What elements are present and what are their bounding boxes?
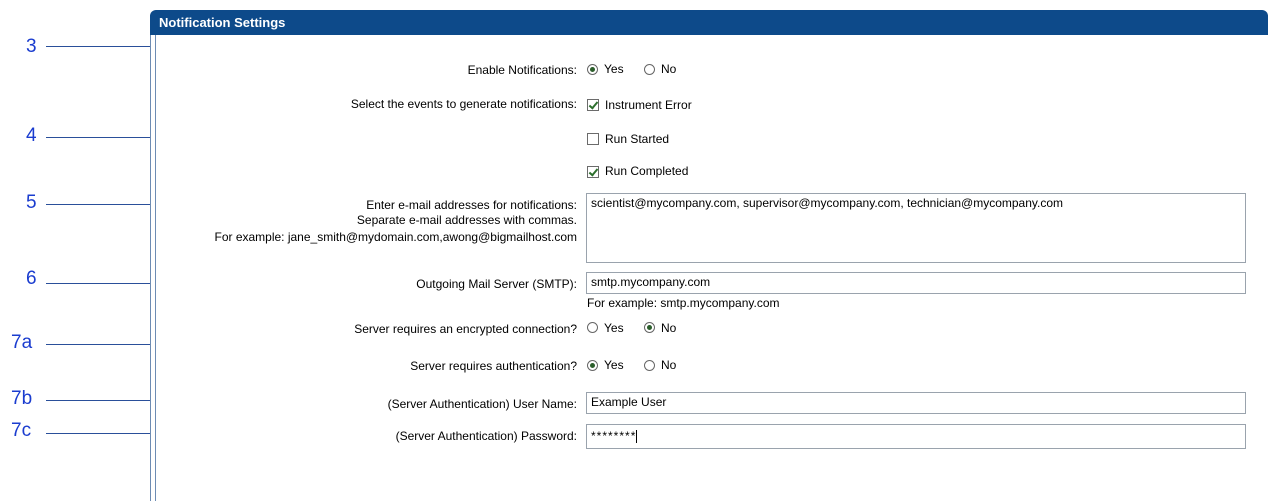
auth-label: Server requires authentication? — [410, 359, 577, 373]
encrypted-yes-radio[interactable] — [587, 322, 598, 333]
password-value: ******** — [591, 429, 637, 443]
events-label: Select the events to generate notificati… — [350, 97, 577, 111]
run-started-checkbox[interactable] — [587, 133, 599, 145]
callout-3: 3 — [26, 36, 37, 57]
callout-7a: 7a — [11, 332, 33, 353]
run-completed-label[interactable]: Run Completed — [605, 164, 688, 178]
panel-header: Notification Settings — [150, 10, 1268, 35]
callout-5: 5 — [26, 192, 37, 213]
callout-7c: 7c — [11, 420, 32, 441]
password-label: (Server Authentication) Password: — [395, 429, 577, 443]
instrument-error-checkbox[interactable] — [587, 99, 599, 111]
smtp-hint: For example: smtp.mycompany.com — [587, 296, 780, 310]
encrypted-no-label[interactable]: No — [661, 321, 676, 335]
auth-yes-label[interactable]: Yes — [604, 358, 624, 372]
auth-no-label[interactable]: No — [661, 358, 676, 372]
encrypted-no-radio[interactable] — [644, 322, 655, 333]
smtp-server-input[interactable]: smtp.mycompany.com — [586, 272, 1246, 294]
emails-label-line1: Enter e-mail addresses for notifications… — [366, 198, 577, 212]
smtp-label: Outgoing Mail Server (SMTP): — [416, 277, 577, 291]
encrypted-yes-label[interactable]: Yes — [604, 321, 624, 335]
emails-label-line3: For example: jane_smith@mydomain.com,awo… — [214, 230, 577, 244]
run-completed-checkbox[interactable] — [587, 166, 599, 178]
run-started-label[interactable]: Run Started — [605, 132, 669, 146]
encrypted-label: Server requires an encrypted connection? — [354, 322, 577, 336]
callout-6: 6 — [26, 268, 37, 289]
username-label: (Server Authentication) User Name: — [387, 397, 577, 411]
password-input[interactable]: ******** — [586, 424, 1246, 449]
enable-yes-label[interactable]: Yes — [604, 62, 624, 76]
email-addresses-textarea[interactable]: scientist@mycompany.com, supervisor@myco… — [586, 193, 1246, 263]
panel-left-border — [150, 35, 156, 501]
auth-yes-radio[interactable] — [587, 360, 598, 371]
instrument-error-label[interactable]: Instrument Error — [605, 98, 692, 112]
auth-no-radio[interactable] — [644, 360, 655, 371]
callout-7b: 7b — [11, 388, 33, 409]
panel-title: Notification Settings — [159, 15, 286, 30]
username-input[interactable]: Example User — [586, 392, 1246, 414]
callout-4: 4 — [26, 125, 37, 146]
enable-no-label[interactable]: No — [661, 62, 676, 76]
emails-label-line2: Separate e-mail addresses with commas. — [356, 213, 577, 227]
enable-yes-radio[interactable] — [587, 64, 598, 75]
enable-no-radio[interactable] — [644, 64, 655, 75]
enable-notifications-label: Enable Notifications: — [467, 63, 577, 77]
text-caret — [636, 430, 638, 444]
